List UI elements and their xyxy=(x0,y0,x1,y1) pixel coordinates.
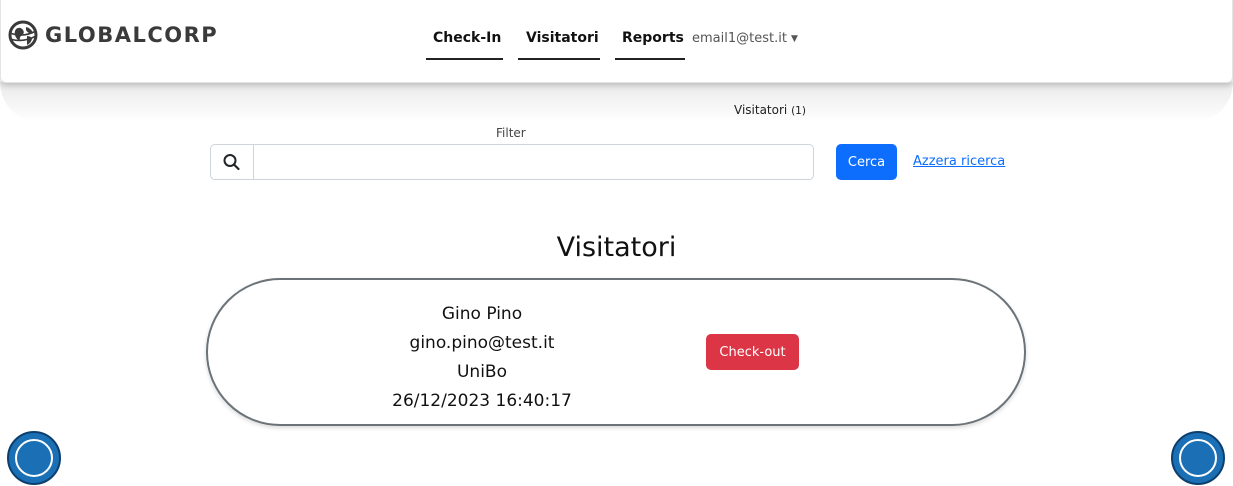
search-input-group xyxy=(210,144,825,180)
visitor-count: Visitatori (1) xyxy=(734,103,806,117)
visitor-checkin-time: 26/12/2023 16:40:17 xyxy=(392,391,572,411)
globe-icon xyxy=(8,20,38,50)
filter-input[interactable] xyxy=(254,145,825,177)
help-icon[interactable] xyxy=(6,430,62,486)
caret-down-icon: ▼ xyxy=(790,34,798,44)
reset-search-link[interactable]: Azzera ricerca xyxy=(913,154,1005,169)
visitor-company: UniBo xyxy=(456,362,507,382)
brand-logo[interactable]: GLOBALCORP xyxy=(7,19,218,51)
visitor-info: Gino Pino gino.pino@test.it UniBo 26/12/… xyxy=(364,300,600,416)
visitor-count-number: (1) xyxy=(791,105,806,117)
nav-link-reports[interactable]: Reports xyxy=(622,30,684,46)
top-navbar: GLOBALCORP Check-In Visitatori Reports e… xyxy=(0,0,1233,83)
nav-underline-check-in xyxy=(426,58,503,60)
nav-underline-visitatori xyxy=(518,58,600,60)
nav-link-visitatori[interactable]: Visitatori xyxy=(526,30,599,46)
user-email: email1@test.it xyxy=(692,31,787,46)
visitor-count-label: Visitatori xyxy=(734,103,788,117)
visitor-email: gino.pino@test.it xyxy=(409,333,555,353)
check-out-button[interactable]: Check-out xyxy=(706,334,799,370)
page-title: Visitatori xyxy=(556,232,677,263)
filter-label: Filter xyxy=(496,126,526,140)
user-menu-toggle[interactable]: email1@test.it ▼ xyxy=(692,31,798,46)
search-icon xyxy=(223,154,240,171)
header-shadow-band xyxy=(0,82,1233,122)
help-icon-right[interactable] xyxy=(1170,430,1226,486)
search-icon-addon xyxy=(211,145,254,179)
nav-underline-reports xyxy=(615,58,685,60)
brand-name: GLOBALCORP xyxy=(45,23,219,47)
search-button[interactable]: Cerca xyxy=(836,144,897,180)
visitor-card: Gino Pino gino.pino@test.it UniBo 26/12/… xyxy=(206,278,1026,426)
nav-link-check-in[interactable]: Check-In xyxy=(433,30,501,46)
visitor-name: Gino Pino xyxy=(441,304,523,324)
